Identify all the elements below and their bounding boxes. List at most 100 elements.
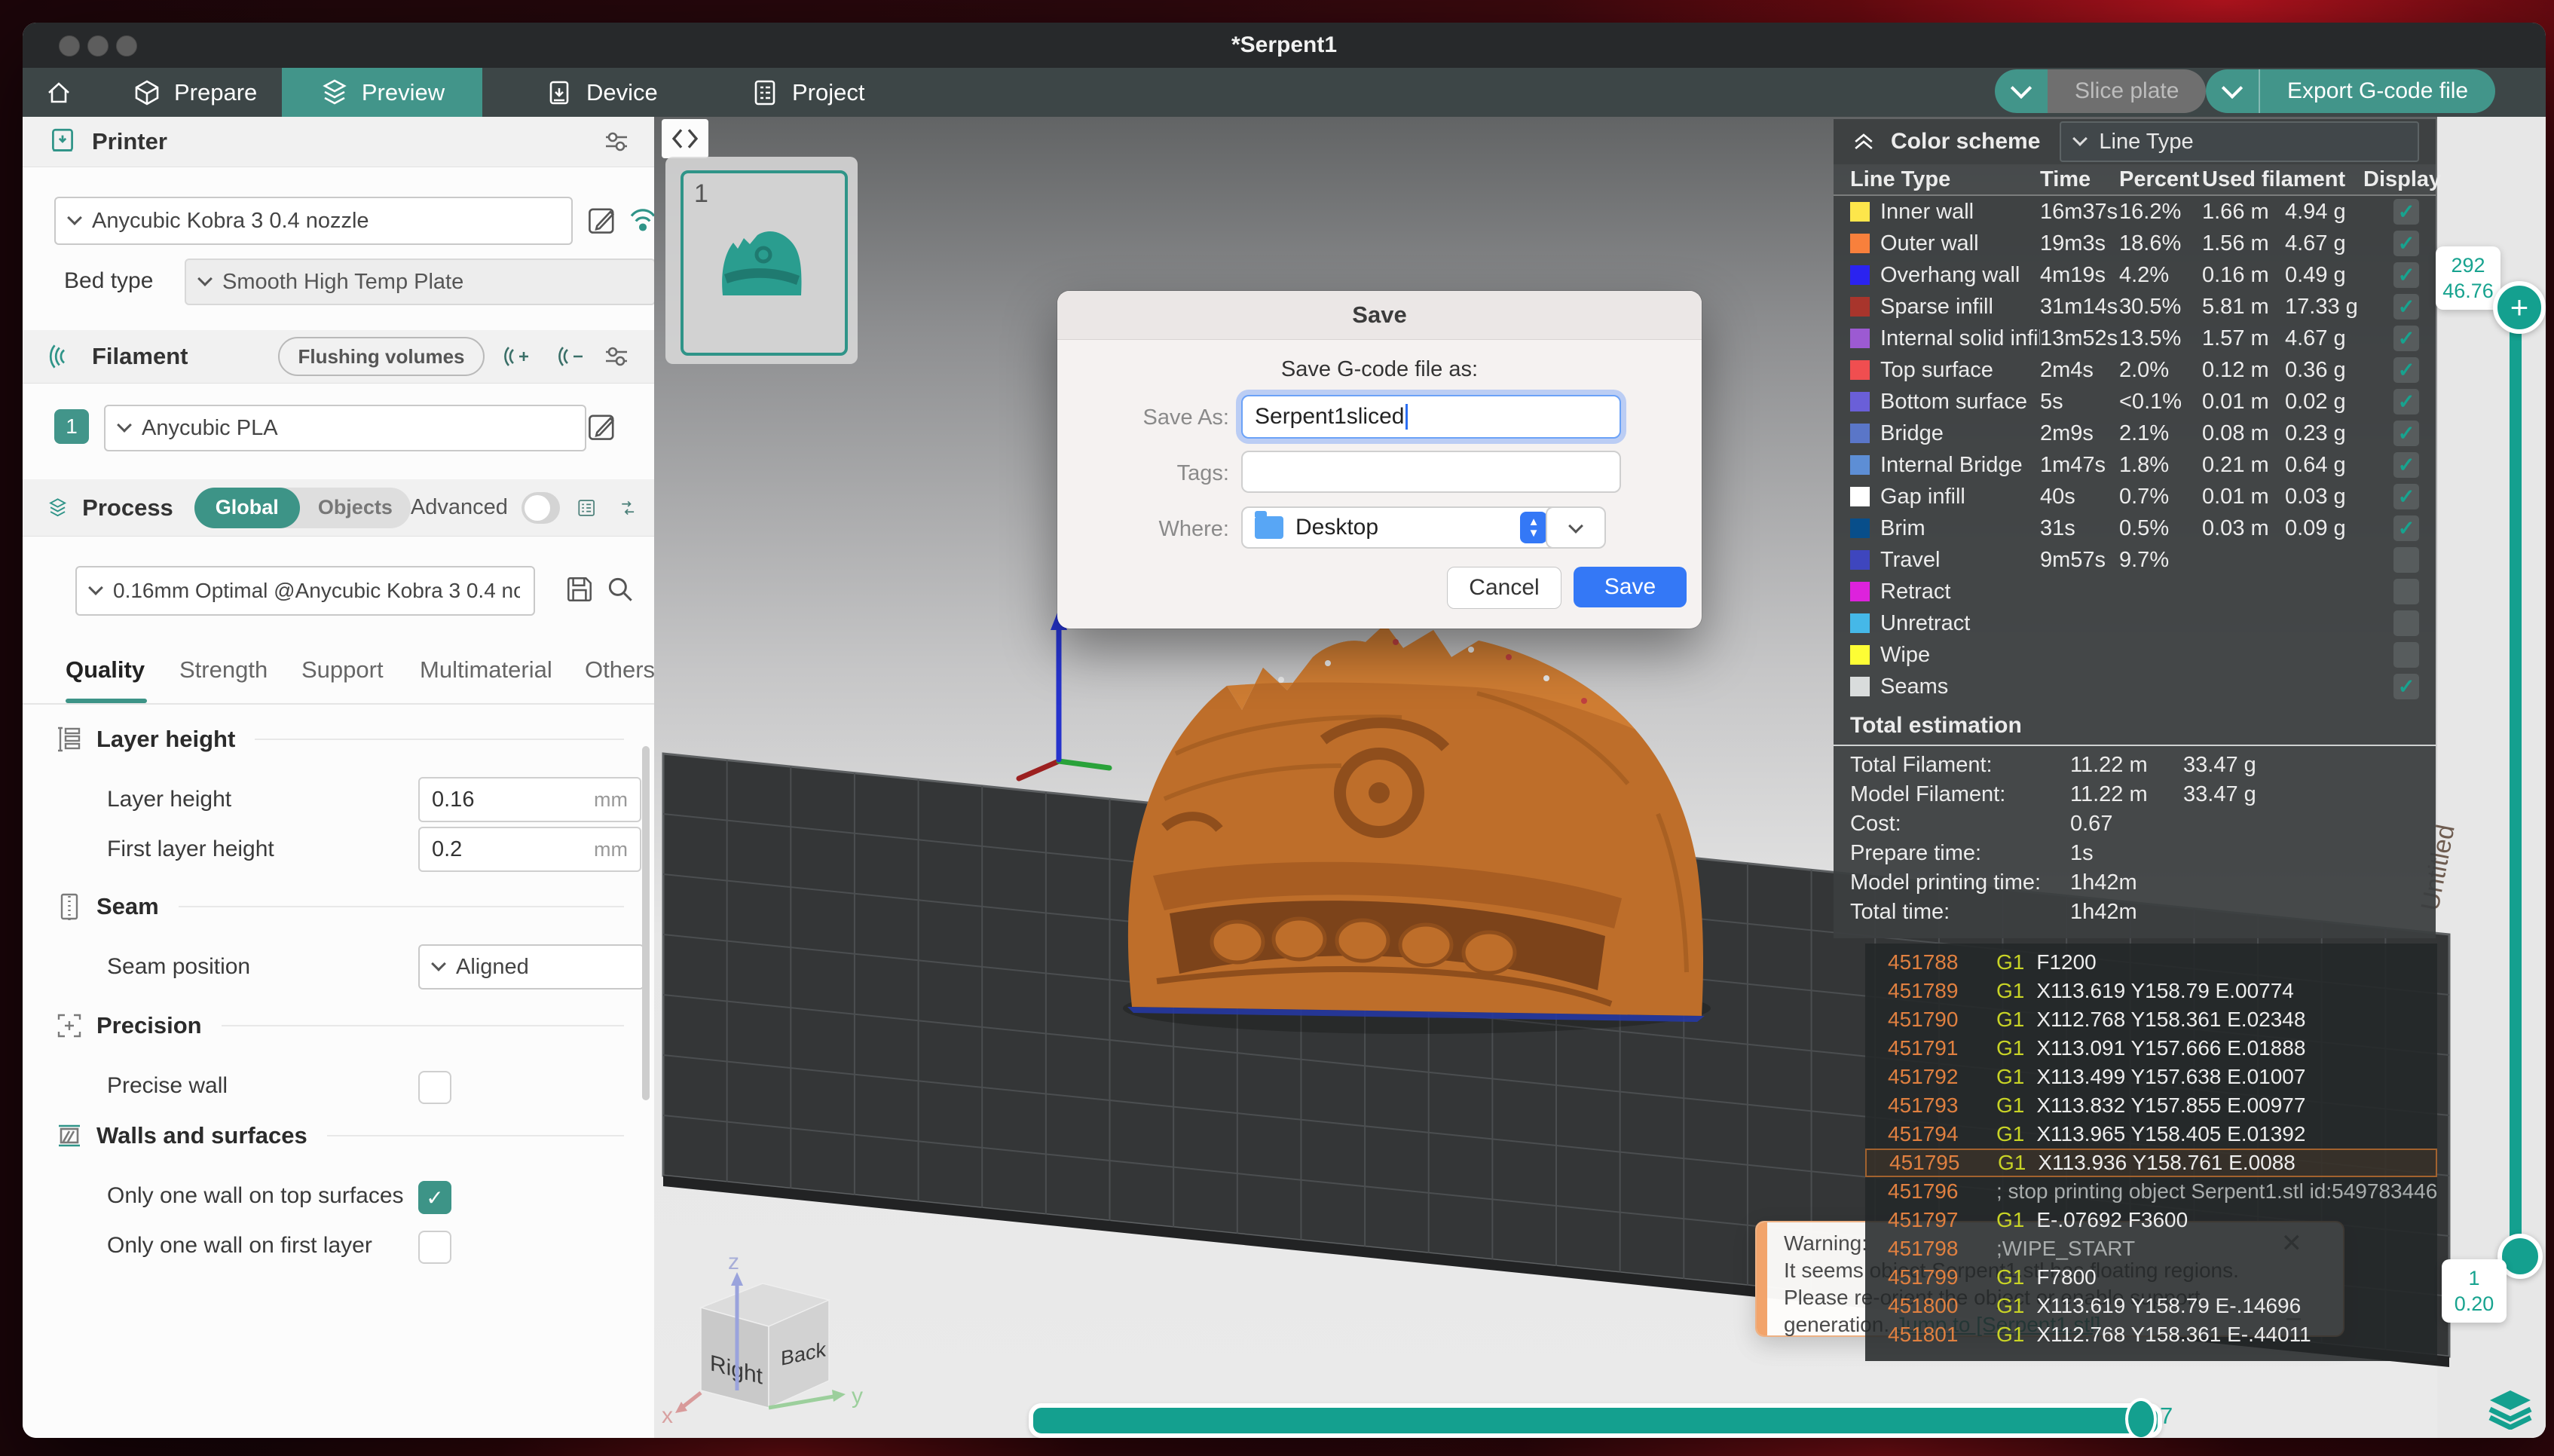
printer-preset-value: Anycubic Kobra 3 0.4 nozzle [92,209,369,234]
precise-wall-checkbox[interactable] [418,1071,451,1104]
export-dropdown-button[interactable] [2206,69,2260,113]
search-preset-icon[interactable] [604,574,636,605]
tab-support[interactable]: Support [301,656,384,684]
color-scheme-select[interactable]: Line Type [2060,121,2419,162]
tab-preview[interactable]: Preview [282,68,482,117]
save-preset-icon[interactable] [564,574,595,605]
tab-strength[interactable]: Strength [179,656,268,684]
tab-others[interactable]: Others [585,656,655,684]
add-filament-icon[interactable] [501,341,531,372]
slice-dropdown-button[interactable] [1995,69,2048,113]
cancel-button[interactable]: Cancel [1447,567,1561,609]
line-type-weight: 4.67 g [2285,231,2363,256]
filament-settings-icon[interactable] [601,341,632,372]
one-wall-first-checkbox[interactable] [418,1231,451,1264]
gcode-line[interactable]: 451791G1X113.091 Y157.666 E.01888 [1865,1034,2437,1063]
layer-slider-track[interactable] [2510,304,2522,1254]
slice-plate-button[interactable]: Slice plate [2048,69,2206,113]
tab-home[interactable] [23,68,94,117]
compare-presets-icon[interactable] [618,494,638,522]
printer-preset-select[interactable]: Anycubic Kobra 3 0.4 nozzle [54,197,573,245]
layer-slider-top-handle[interactable]: + [2493,281,2546,334]
gcode-line[interactable]: 451794G1X113.965 Y158.405 E.01392 [1865,1120,2437,1149]
tags-input[interactable] [1241,451,1621,493]
sliced-model[interactable] [1123,624,1711,1034]
plate-thumbnail[interactable]: 1 [681,170,848,356]
gcode-line[interactable]: 451796; stop printing object Serpent1.st… [1865,1177,2437,1206]
first-layer-height-input[interactable]: 0.2 mm [418,827,641,872]
display-checkbox[interactable] [2393,579,2419,604]
parameter-list-icon[interactable] [577,494,596,522]
collapse-plates-button[interactable] [662,119,708,158]
process-preset-select[interactable]: 0.16mm Optimal @Anycubic Kobra 3 0.4 noz… [75,566,535,616]
gcode-viewer-panel[interactable]: 451788G1F1200451789G1X113.619 Y158.79 E.… [1865,944,2437,1361]
cube-axis-y: y [852,1384,863,1409]
tab-quality[interactable]: Quality [66,656,145,684]
scope-global[interactable]: Global [194,488,300,528]
cube-face-right[interactable]: Right [710,1350,763,1389]
filament-preset-select[interactable]: Anycubic PLA [104,405,586,451]
gcode-line[interactable]: 451798;WIPE_START [1865,1234,2437,1263]
sidebar-scrollbar[interactable] [642,746,650,1100]
display-checkbox[interactable]: ✓ [2393,452,2419,478]
display-checkbox[interactable]: ✓ [2393,484,2419,509]
display-checkbox[interactable]: ✓ [2393,515,2419,541]
layer-height-input[interactable]: 0.16 mm [418,777,641,822]
edit-filament-icon[interactable] [586,409,619,442]
tab-project[interactable]: Project [735,68,879,117]
display-checkbox[interactable]: ✓ [2393,357,2419,383]
display-checkbox[interactable]: ✓ [2393,199,2419,225]
one-wall-top-checkbox[interactable]: ✓ [418,1181,451,1214]
remove-filament-icon[interactable] [555,341,586,372]
where-select[interactable]: Desktop ▲▼ [1241,506,1561,549]
save-dialog: Save Save G-code file as: Save As: Serpe… [1057,291,1702,629]
advanced-toggle[interactable] [522,492,560,524]
gcode-line[interactable]: 451797G1E-.07692 F3600 [1865,1206,2437,1234]
display-checkbox[interactable] [2393,610,2419,636]
save-as-input[interactable]: Serpent1sliced [1241,395,1621,439]
gcode-line[interactable]: 451800G1X113.619 Y158.79 E-.14696 [1865,1292,2437,1320]
flushing-volumes-button[interactable]: Flushing volumes [278,337,484,376]
cube-axis-z: z [728,1250,739,1274]
display-checkbox[interactable]: ✓ [2393,674,2419,699]
line-type-weight: 0.36 g [2285,358,2363,383]
gcode-line[interactable]: 451795G1X113.936 Y158.761 E.0088 [1865,1149,2437,1177]
gcode-line[interactable]: 451788G1F1200 [1865,948,2437,977]
display-checkbox[interactable]: ✓ [2393,421,2419,446]
tab-prepare[interactable]: Prepare [117,68,272,117]
display-checkbox[interactable]: ✓ [2393,231,2419,256]
gcode-line[interactable]: 451790G1X112.768 Y158.361 E.02348 [1865,1005,2437,1034]
display-checkbox[interactable]: ✓ [2393,326,2419,351]
navigation-cube[interactable]: Right Back z x y [662,1250,863,1428]
move-slider-track[interactable] [1029,1403,2162,1438]
tab-multimaterial[interactable]: Multimaterial [420,656,552,684]
cube-face-back[interactable]: Back [781,1337,826,1369]
edit-printer-icon[interactable] [586,203,619,236]
display-checkbox[interactable] [2393,547,2419,573]
line-type-label: Bridge [1880,421,2040,446]
gcode-line-number: 451789 [1888,979,1977,1003]
display-checkbox[interactable]: ✓ [2393,294,2419,320]
gcode-line[interactable]: 451789G1X113.619 Y158.79 E.00774 [1865,977,2437,1005]
export-gcode-button[interactable]: Export G-code file [2260,69,2495,113]
gcode-line[interactable]: 451799G1F7800 [1865,1263,2437,1292]
collapse-panel-icon[interactable] [1850,128,1877,155]
scope-objects[interactable]: Objects [300,496,411,519]
gcode-line[interactable]: 451793G1X113.832 Y157.855 E.00977 [1865,1091,2437,1120]
save-as-label: Save As: [1103,405,1229,430]
printer-settings-icon[interactable] [601,127,632,157]
display-checkbox[interactable]: ✓ [2393,389,2419,414]
setting-label: Precise wall [107,1063,228,1109]
display-checkbox[interactable] [2393,642,2419,668]
seam-position-select[interactable]: Aligned [418,944,644,990]
bed-type-select[interactable]: Smooth High Temp Plate [185,258,656,305]
gcode-line[interactable]: 451792G1X113.499 Y157.638 E.01007 [1865,1063,2437,1091]
move-slider-handle[interactable] [2125,1398,2157,1438]
display-checkbox[interactable]: ✓ [2393,262,2419,288]
gcode-line[interactable]: 451801G1X112.768 Y158.361 E-.44011 [1865,1320,2437,1349]
estimation-value-1: 11.22 m [2070,753,2183,778]
save-button[interactable]: Save [1574,567,1687,607]
expand-dialog-button[interactable] [1546,506,1606,549]
tab-device[interactable]: Device [529,68,673,117]
layers-icon[interactable] [2488,1389,2532,1430]
